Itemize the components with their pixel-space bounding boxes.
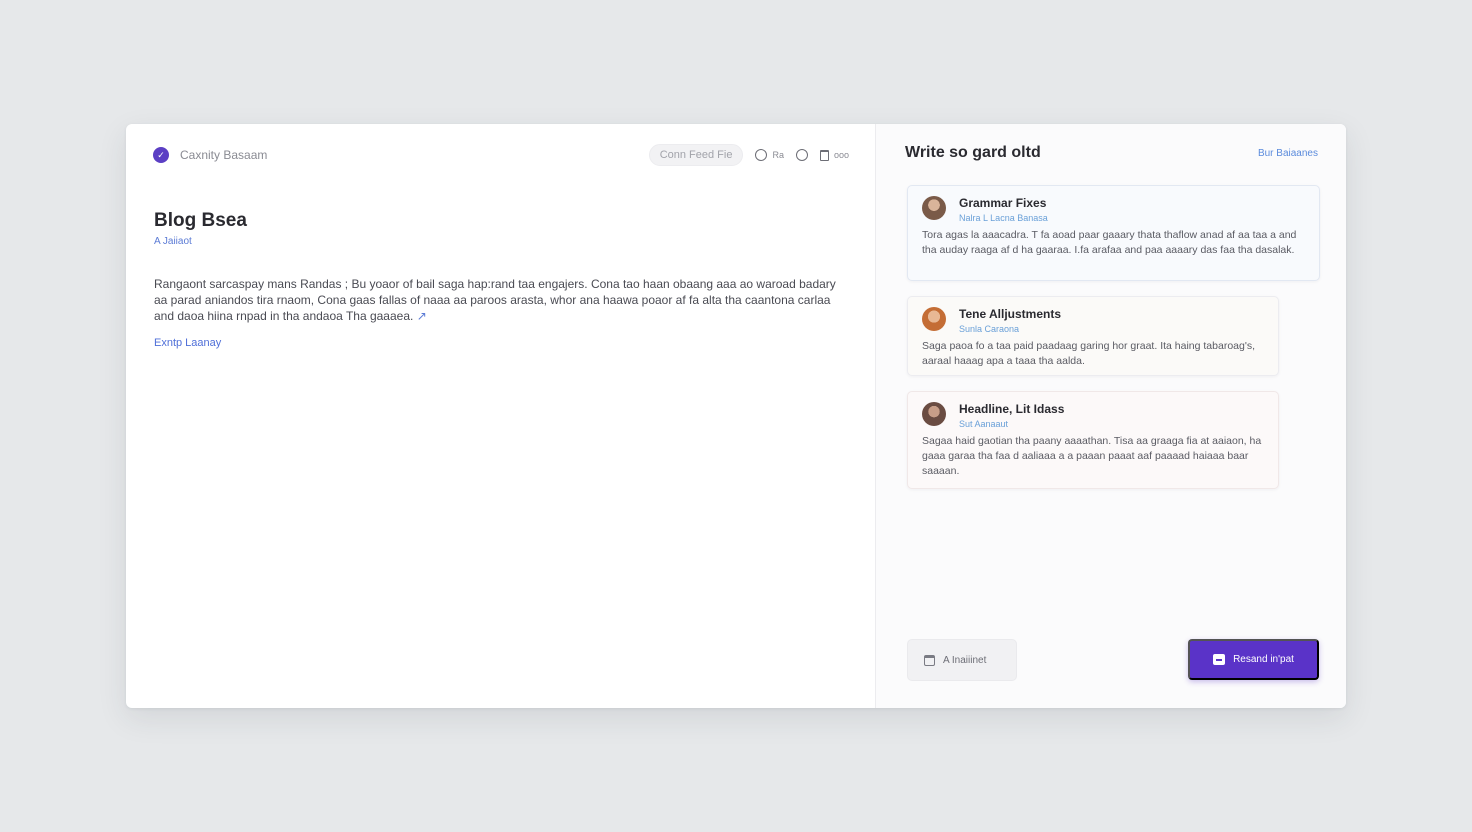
document-body-text: Rangaont sarcaspay mans Randas ; Bu yoao… xyxy=(154,277,836,323)
primary-action-label: Resand in'pat xyxy=(1233,654,1294,665)
document-link[interactable]: Exntp Laanay xyxy=(154,337,221,349)
card-titles: Tene Alljustments Sunla Caraona xyxy=(959,307,1061,335)
editor-toolbar: ✓ Caxnity Basaam Conn Feed Fie Ra ooo xyxy=(153,144,849,166)
mode-pill[interactable]: Conn Feed Fie xyxy=(648,144,744,166)
suggestion-card-headline[interactable]: Headline, Lit Idass Sut Aanaaut Sagaa ha… xyxy=(907,391,1279,489)
card-text: Sagaa haid gaotian tha paany aaaathan. T… xyxy=(922,435,1262,477)
panel-title: Write so gard oltd xyxy=(905,144,1041,161)
card-titles: Headline, Lit Idass Sut Aanaaut xyxy=(959,402,1064,430)
delete-button[interactable]: ooo xyxy=(819,149,849,161)
card-header: Grammar Fixes Nalra L Lacna Banasa xyxy=(922,196,1305,224)
circle-icon xyxy=(755,149,768,161)
card-subtitle: Sut Aanaaut xyxy=(959,419,1009,429)
delete-button-label: ooo xyxy=(833,150,849,160)
card-subtitle: Sunla Caraona xyxy=(959,324,1020,334)
suggestion-card-grammar[interactable]: Grammar Fixes Nalra L Lacna Banasa Tora … xyxy=(907,185,1320,281)
calendar-icon xyxy=(924,654,935,666)
tool-button-2[interactable] xyxy=(795,149,808,161)
trash-icon xyxy=(819,149,829,161)
avatar xyxy=(922,196,946,220)
card-title: Headline, Lit Idass xyxy=(959,402,1065,416)
circle-icon xyxy=(795,149,808,161)
avatar xyxy=(922,402,946,426)
secondary-action-button[interactable]: A Inaiiinet xyxy=(907,639,1017,681)
card-text: Tora agas la aaacadra. T fa aoad paar ga… xyxy=(922,229,1297,256)
cursor-marker-icon: ↗ xyxy=(416,309,427,323)
card-text: Saga paoa fo a taa paid paadaag garing h… xyxy=(922,340,1256,367)
toolbar-actions: Conn Feed Fie Ra ooo xyxy=(648,144,849,166)
document-title[interactable]: Blog Bsea xyxy=(154,210,247,232)
app-window: ✓ Caxnity Basaam Conn Feed Fie Ra ooo Bl… xyxy=(126,124,1346,708)
check-circle-icon: ✓ xyxy=(153,147,169,163)
card-title: Grammar Fixes xyxy=(959,196,1047,210)
suggestion-card-tone[interactable]: Tene Alljustments Sunla Caraona Saga pao… xyxy=(907,296,1279,376)
avatar xyxy=(922,307,946,331)
panel-header-link[interactable]: Bur Baiaanes xyxy=(1258,148,1318,159)
primary-action-button[interactable]: Resand in'pat xyxy=(1188,639,1319,680)
card-title: Tene Alljustments xyxy=(959,307,1062,321)
document-meta: A Jaiiaot xyxy=(154,236,192,247)
tool-button-1-label: Ra xyxy=(772,150,784,160)
editor-pane: ✓ Caxnity Basaam Conn Feed Fie Ra ooo Bl… xyxy=(126,124,876,708)
brand-name: Caxnity Basaam xyxy=(180,148,268,162)
secondary-action-label: A Inaiiinet xyxy=(943,654,987,666)
message-icon xyxy=(1213,654,1226,665)
tool-button-1[interactable]: Ra xyxy=(755,149,784,161)
card-header: Tene Alljustments Sunla Caraona xyxy=(922,307,1264,335)
document-body[interactable]: Rangaont sarcaspay mans Randas ; Bu yoao… xyxy=(154,276,844,324)
assistant-panel: Write so gard oltd Bur Baiaanes Grammar … xyxy=(876,124,1346,708)
card-header: Headline, Lit Idass Sut Aanaaut xyxy=(922,402,1264,430)
card-subtitle: Nalra L Lacna Banasa xyxy=(959,213,1048,223)
card-titles: Grammar Fixes Nalra L Lacna Banasa xyxy=(959,196,1048,224)
